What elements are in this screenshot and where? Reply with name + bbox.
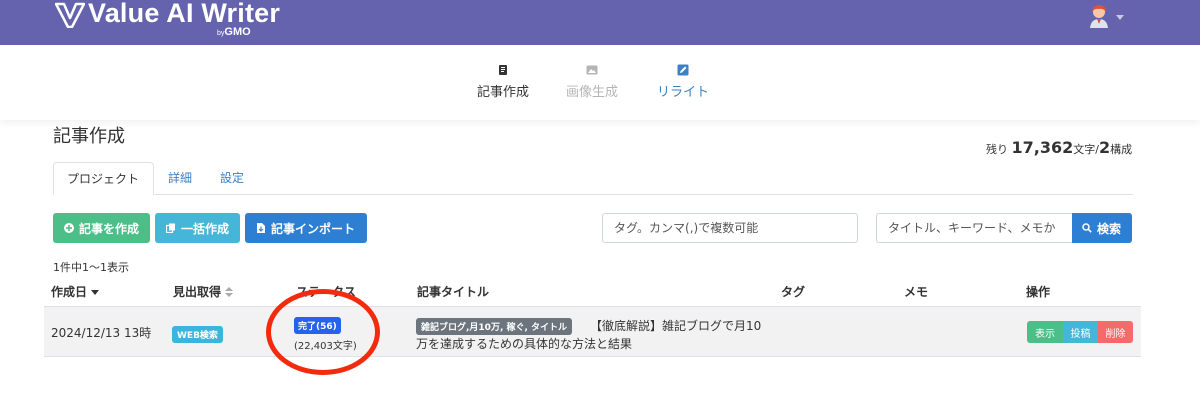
nav-item-label: 記事作成 bbox=[476, 85, 529, 100]
table-row: 2024/12/13 13時 WEB検索 完了(56) (22,403文字) 雑… bbox=[44, 306, 1141, 357]
nav-item-rewrite[interactable]: リライト bbox=[654, 64, 712, 100]
remaining-quota: 残り 17,362文字/2構成 bbox=[986, 138, 1132, 157]
chevron-down-icon bbox=[1116, 14, 1124, 20]
column-header-actions: 操作 bbox=[1026, 285, 1051, 299]
nav-item-label: リライト bbox=[656, 85, 709, 100]
app-header: Value AI Writer byGMO bbox=[0, 0, 1200, 45]
remaining-structures-unit: 構成 bbox=[1110, 143, 1133, 156]
column-label: 作成日 bbox=[51, 285, 88, 299]
create-article-button[interactable]: 記事を作成 bbox=[53, 213, 150, 243]
heading-source-badge: WEB検索 bbox=[172, 326, 223, 343]
view-button[interactable]: 表示 bbox=[1027, 321, 1063, 343]
nav-item-image-generate[interactable]: 画像生成 bbox=[563, 64, 621, 100]
article-title-line1[interactable]: 【徹底解説】雑記ブログで月10 bbox=[590, 317, 761, 334]
search-label: 検索 bbox=[1097, 221, 1122, 236]
image-icon bbox=[586, 65, 598, 75]
nav-item-label: 画像生成 bbox=[565, 85, 618, 100]
avatar-icon bbox=[1090, 5, 1108, 28]
v-logo-icon bbox=[55, 2, 85, 28]
bulk-create-button[interactable]: 一括作成 bbox=[155, 213, 240, 243]
search-input[interactable]: タイトル、キーワード、メモか bbox=[876, 213, 1072, 243]
brand-byline: byGMO bbox=[217, 26, 251, 38]
search-icon bbox=[1082, 223, 1092, 233]
nav-item-article-create[interactable]: 記事作成 bbox=[475, 64, 531, 100]
create-article-label: 記事を作成 bbox=[79, 221, 140, 236]
import-article-label: 記事インポート bbox=[271, 221, 356, 236]
bulk-create-label: 一括作成 bbox=[181, 221, 230, 236]
tab-bar: プロジェクト 詳細 設定 bbox=[53, 162, 1133, 195]
tab-detail[interactable]: 詳細 bbox=[155, 162, 205, 195]
annotation-circle bbox=[266, 289, 380, 375]
result-count: 1件中1〜1表示 bbox=[53, 261, 129, 274]
edit-icon bbox=[677, 64, 689, 76]
column-header-heading-source[interactable]: 見出取得 bbox=[173, 283, 234, 300]
article-title-line2[interactable]: 万を達成するための具体的な方法と結果 bbox=[416, 335, 632, 352]
tag-badge: 雑記ブログ,月10万, 稼ぐ, タイトル bbox=[416, 318, 573, 335]
remaining-chars: 17,362 bbox=[1011, 138, 1074, 157]
column-header-created-date[interactable]: 作成日 bbox=[51, 283, 100, 300]
search-button[interactable]: 検索 bbox=[1072, 213, 1132, 243]
document-icon bbox=[499, 65, 507, 75]
feature-nav: 記事作成 画像生成 リライト bbox=[0, 45, 1200, 120]
page-title: 記事作成 bbox=[53, 126, 125, 147]
sort-icon bbox=[225, 287, 234, 297]
column-header-title: 記事タイトル bbox=[417, 285, 490, 299]
remaining-prefix: 残り bbox=[986, 143, 1008, 156]
user-menu[interactable] bbox=[1088, 4, 1124, 28]
post-button[interactable]: 投稿 bbox=[1063, 321, 1098, 343]
brand-name: Value AI Writer bbox=[88, 0, 281, 28]
file-import-icon bbox=[257, 223, 265, 233]
column-header-tag: タグ bbox=[781, 285, 806, 299]
column-header-memo: メモ bbox=[904, 285, 929, 299]
import-article-button[interactable]: 記事インポート bbox=[245, 213, 367, 243]
remaining-chars-unit: 文字/ bbox=[1073, 143, 1099, 156]
delete-button[interactable]: 削除 bbox=[1098, 321, 1133, 343]
tab-project[interactable]: プロジェクト bbox=[53, 162, 154, 195]
created-date-cell: 2024/12/13 13時 bbox=[51, 326, 152, 340]
sort-desc-icon bbox=[91, 290, 100, 295]
tag-filter-input[interactable]: タグ。カンマ(,)で複数可能 bbox=[602, 213, 858, 243]
plus-circle-icon bbox=[64, 223, 74, 233]
column-label: 見出取得 bbox=[173, 285, 222, 299]
copy-icon bbox=[166, 223, 175, 233]
remaining-structures: 2 bbox=[1098, 138, 1111, 157]
brand-company: GMO bbox=[224, 26, 251, 38]
tab-settings[interactable]: 設定 bbox=[207, 162, 257, 195]
